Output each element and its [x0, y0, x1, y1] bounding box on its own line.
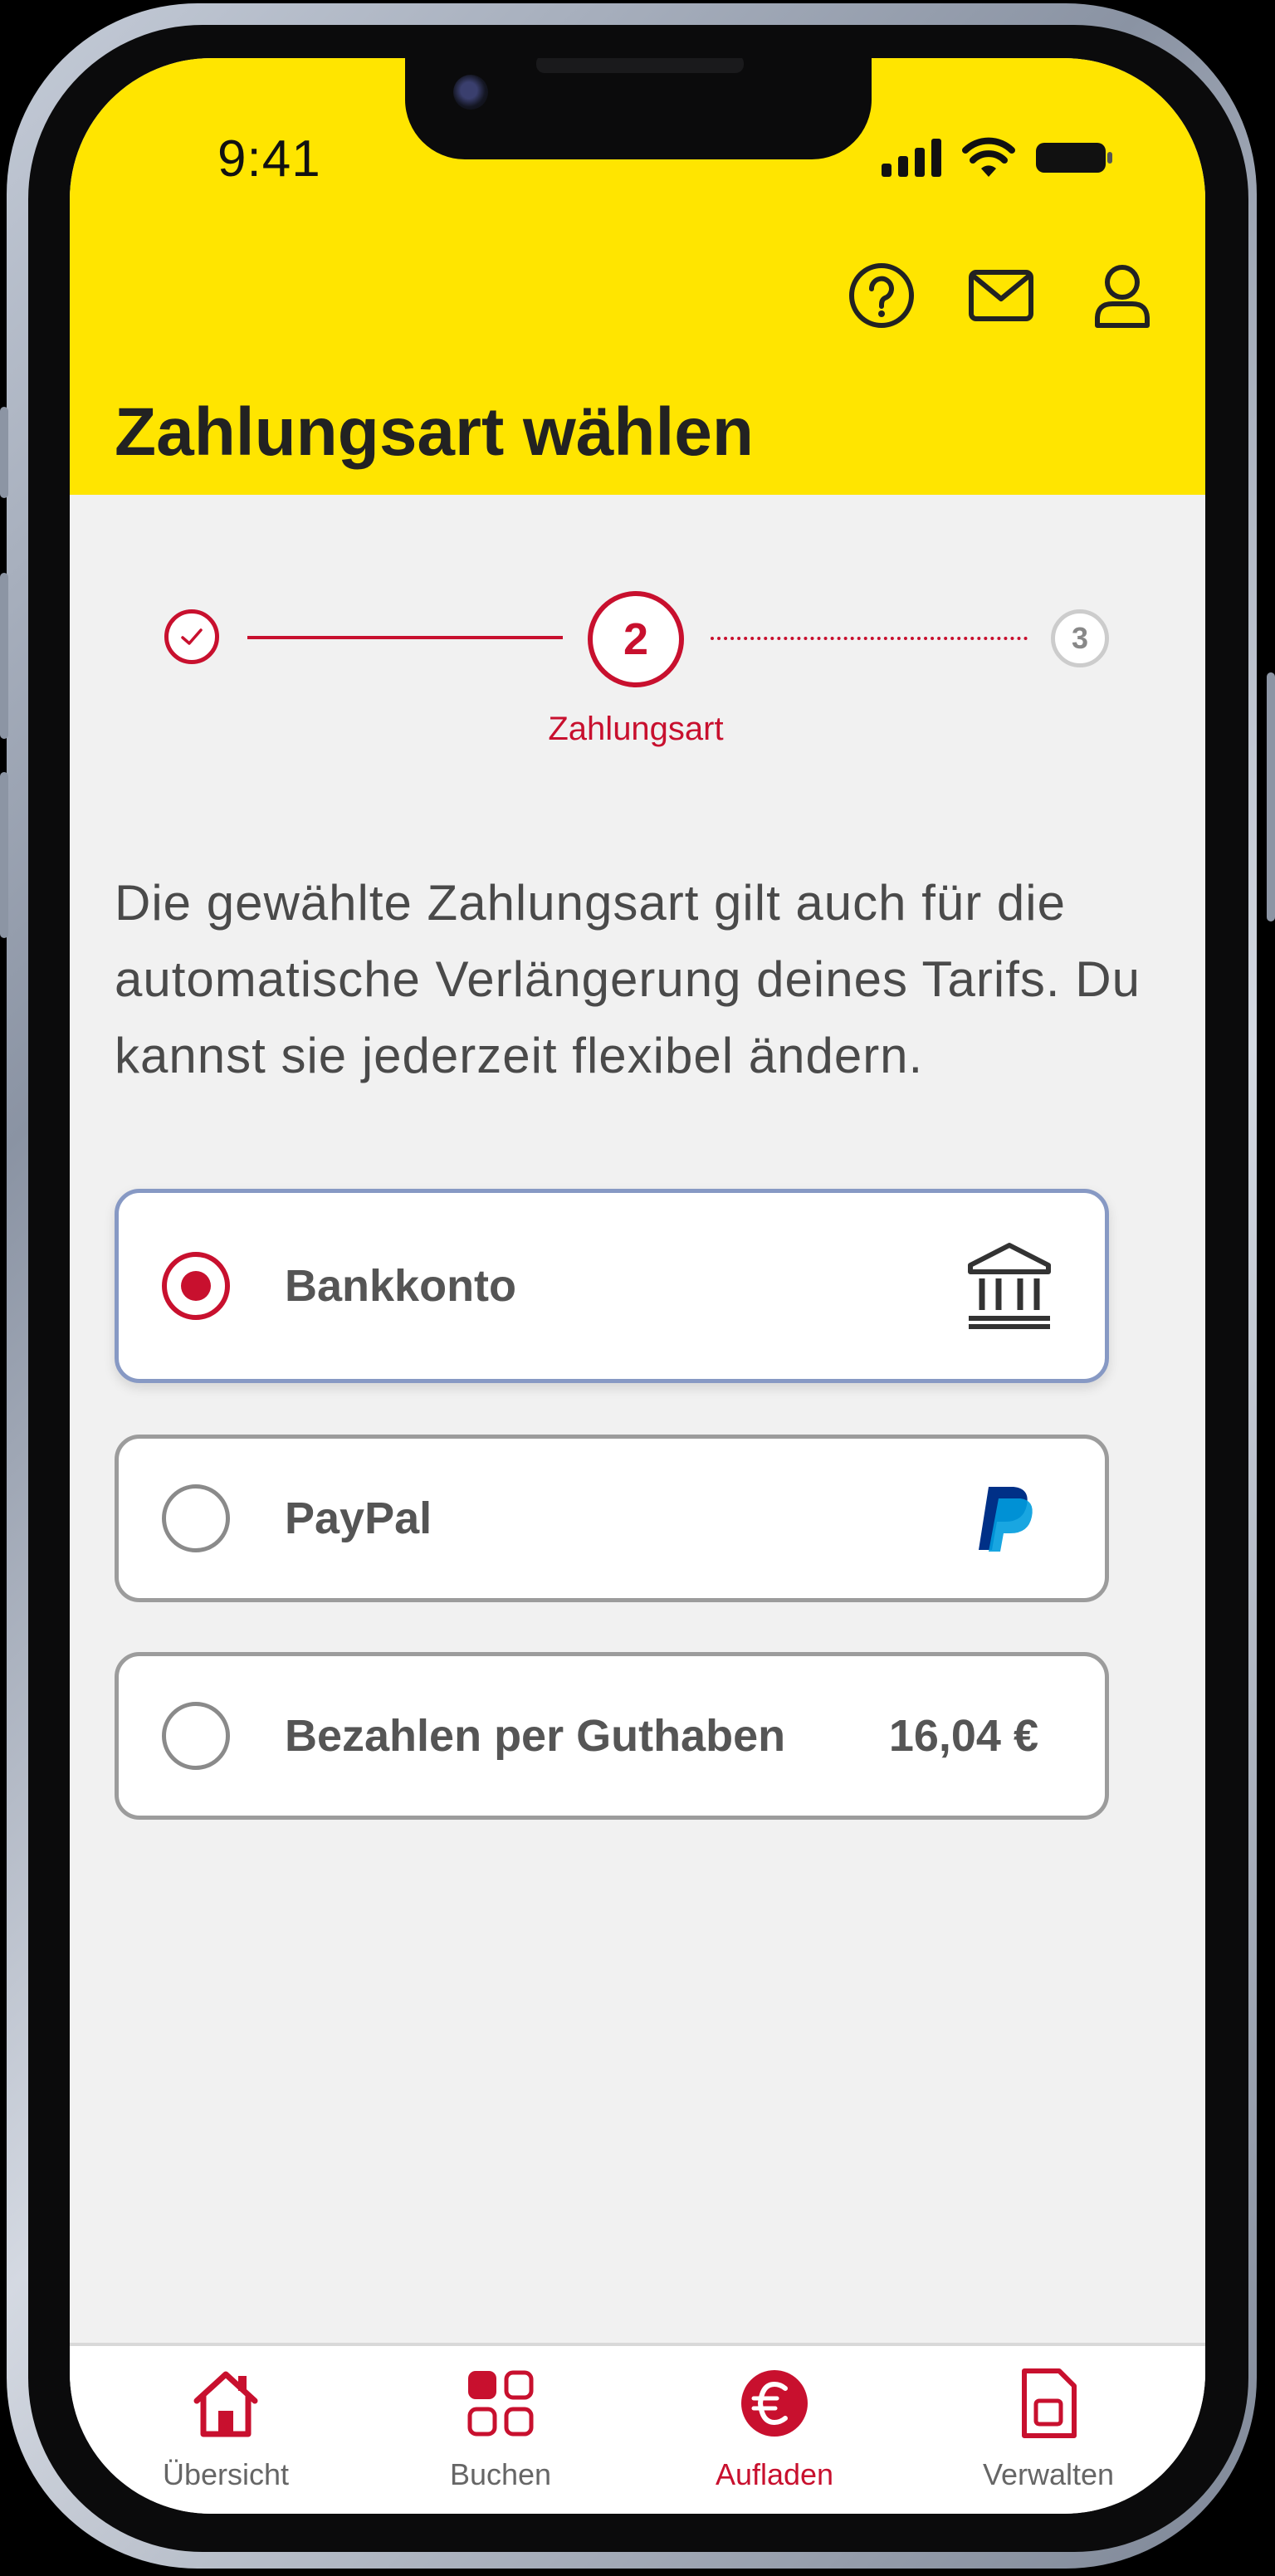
euro-icon — [741, 2370, 808, 2437]
mute-switch — [0, 407, 8, 498]
volume-down-button — [0, 772, 8, 938]
page-title: Zahlungsart wählen — [115, 394, 754, 470]
payment-option-label: Bezahlen per Guthaben — [285, 1711, 786, 1761]
volume-up-button — [0, 573, 8, 739]
payment-option-label: PayPal — [285, 1493, 432, 1543]
bottom-tab-bar: Übersicht Buchen Aufladen Verwalten — [70, 2343, 1205, 2514]
wifi-icon — [962, 137, 1015, 177]
step-label: Zahlungsart — [548, 711, 724, 747]
tab-uebersicht[interactable]: Übersicht — [89, 2346, 363, 2514]
speaker — [536, 58, 744, 73]
payment-option-bankkonto[interactable]: Bankkonto — [115, 1189, 1109, 1383]
status-time: 9:41 — [217, 130, 321, 188]
mail-icon[interactable] — [966, 261, 1036, 330]
tab-verwalten[interactable]: Verwalten — [911, 2346, 1185, 2514]
step-1-done — [164, 609, 219, 664]
tab-aufladen[interactable]: Aufladen — [638, 2346, 911, 2514]
intro-text: Die gewählte Zahlungsart gilt auch für d… — [115, 875, 1141, 1083]
step-2-active: 2 — [588, 591, 684, 687]
bank-icon — [968, 1243, 1051, 1329]
status-icons — [882, 134, 1114, 181]
step-3-upcoming: 3 — [1051, 609, 1109, 667]
tab-buchen[interactable]: Buchen — [364, 2346, 638, 2514]
payment-option-label: Bankkonto — [285, 1261, 517, 1311]
sim-card-icon — [1022, 2368, 1077, 2438]
grid-icon — [467, 2370, 534, 2437]
app-screen: 9:41 Zahlungsart wählen 2 3 Zahlungsart … — [70, 58, 1205, 2514]
tab-label: Übersicht — [162, 2457, 290, 2491]
radio-selected[interactable] — [162, 1252, 230, 1320]
step-connector-pending — [711, 637, 1028, 640]
signal-icon — [882, 139, 941, 177]
help-icon[interactable] — [847, 261, 916, 330]
profile-icon[interactable] — [1087, 261, 1157, 330]
power-button — [1267, 672, 1275, 921]
step-connector-done — [247, 636, 563, 639]
radio-unselected[interactable] — [162, 1702, 230, 1770]
balance-value: 16,04 € — [888, 1711, 1038, 1761]
radio-unselected[interactable] — [162, 1484, 230, 1552]
payment-option-paypal[interactable]: PayPal — [115, 1435, 1109, 1602]
check-icon — [181, 628, 203, 645]
battery-icon — [1036, 143, 1112, 173]
tab-label: Verwalten — [982, 2457, 1115, 2491]
paypal-icon — [979, 1487, 1033, 1552]
front-camera — [453, 75, 488, 110]
tab-label: Buchen — [449, 2457, 552, 2491]
tab-label: Aufladen — [715, 2457, 834, 2491]
home-icon — [193, 2371, 258, 2437]
payment-option-guthaben[interactable]: Bezahlen per Guthaben 16,04 € — [115, 1652, 1109, 1820]
